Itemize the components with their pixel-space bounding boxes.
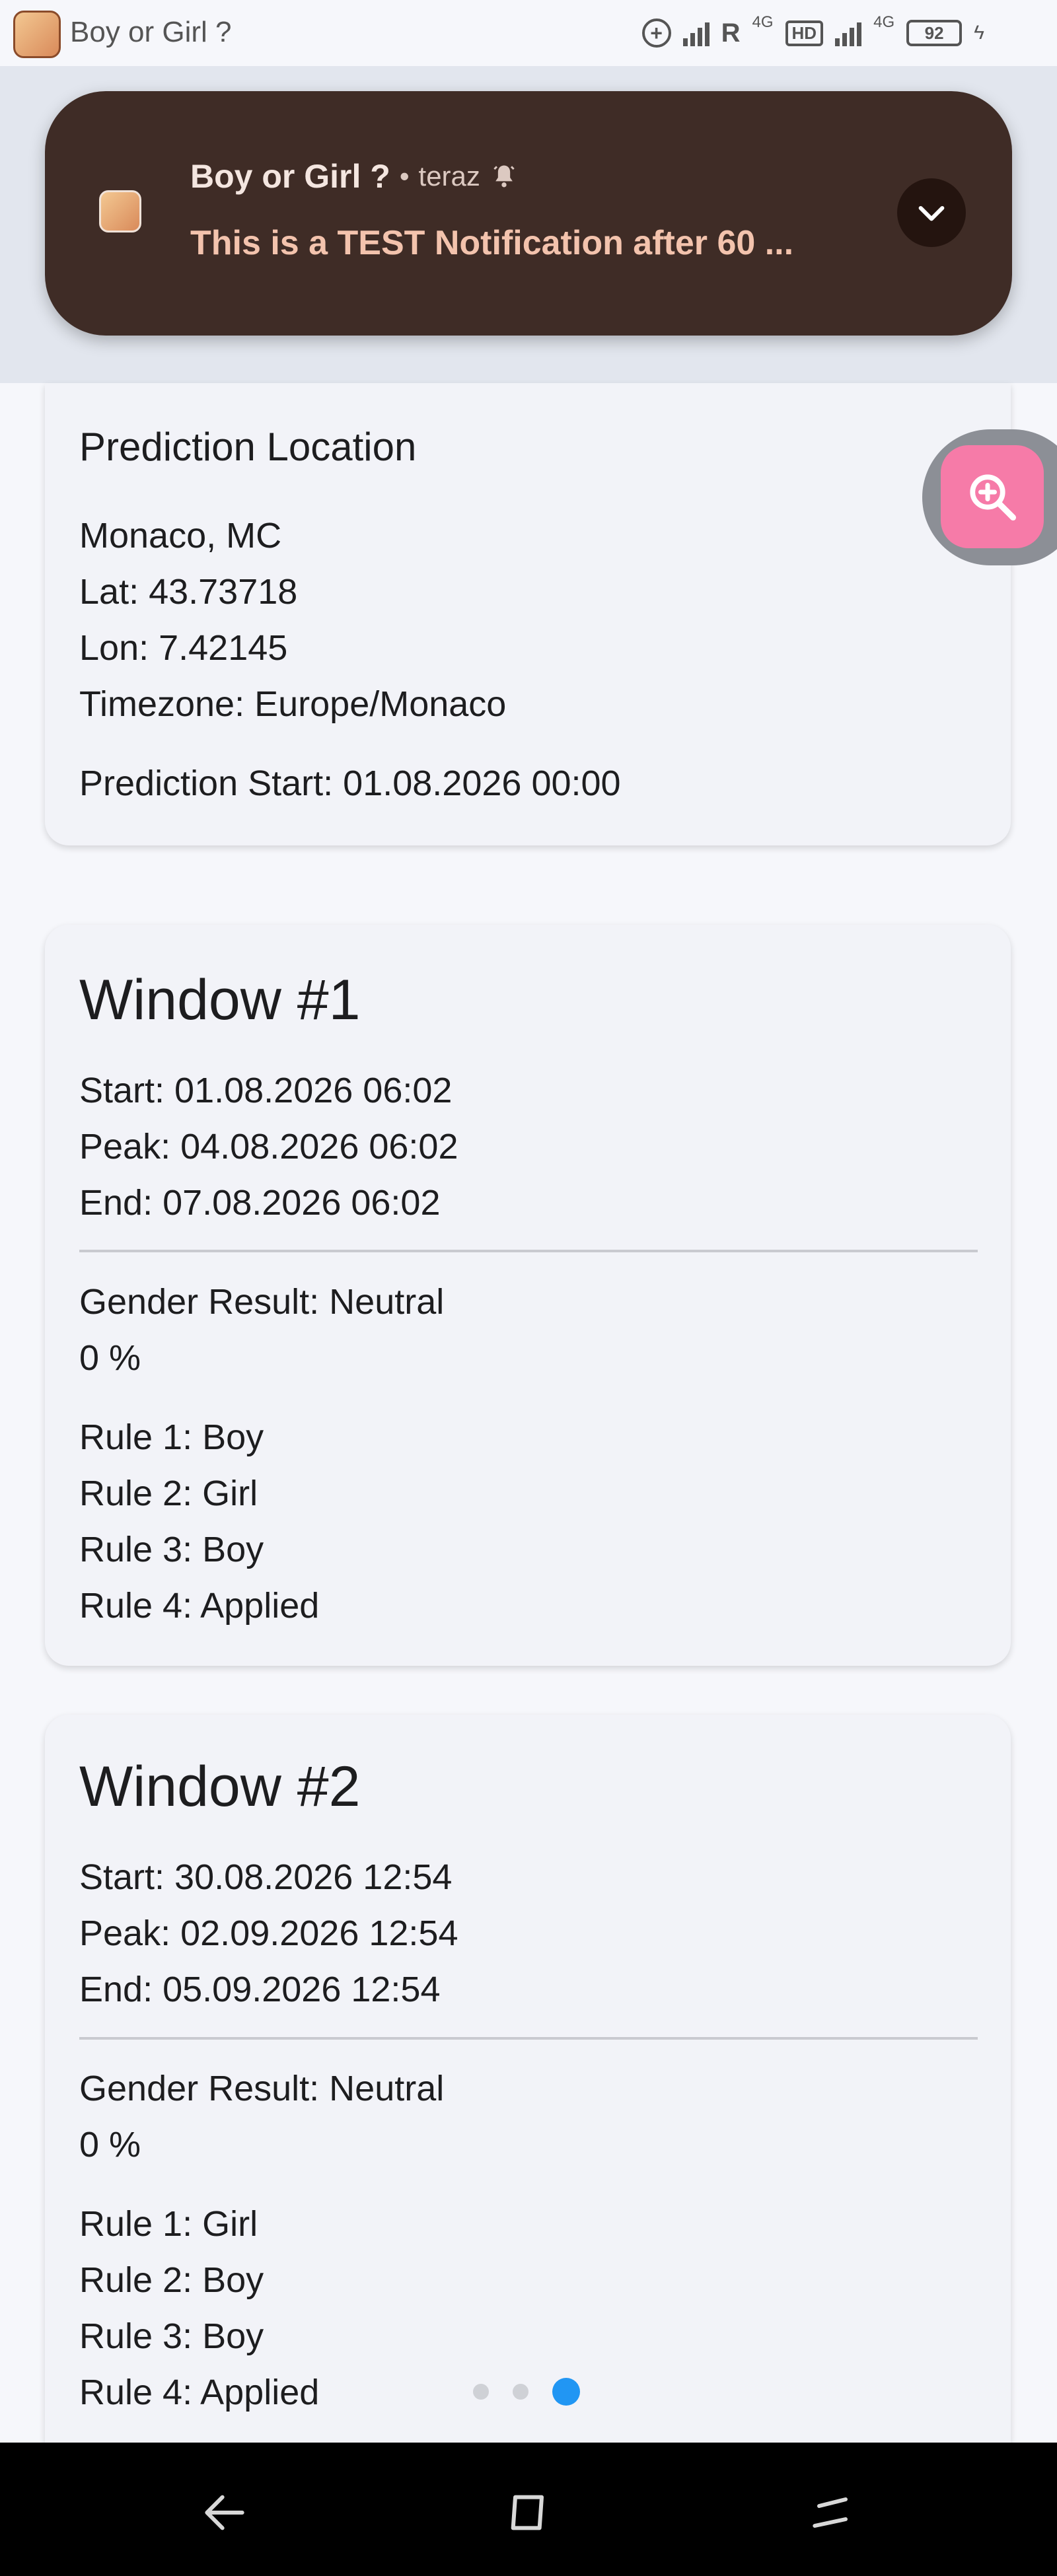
notification-app-name: Boy or Girl ? — [190, 158, 390, 195]
status-app-title: Boy or Girl ? — [70, 16, 232, 48]
home-icon — [511, 2495, 544, 2530]
hd-badge: HD — [785, 20, 824, 46]
location-lat: Lat: 43.73718 — [79, 572, 298, 612]
app-icon — [99, 190, 141, 233]
bell-icon — [493, 165, 515, 188]
rule-4: Rule 4: Applied — [79, 2373, 320, 2412]
rule-1: Rule 1: Girl — [79, 2204, 258, 2244]
location-lon: Lon: 7.42145 — [79, 628, 288, 668]
rule-3: Rule 3: Boy — [79, 2316, 264, 2356]
window-card: Window #2 Start: 30.08.2026 12:54 Peak: … — [45, 1715, 1011, 2443]
network-type-1: 4G — [752, 13, 774, 31]
location-timezone: Timezone: Europe/Monaco — [79, 684, 507, 724]
home-button[interactable] — [495, 2480, 562, 2546]
window-start: Start: 01.08.2026 06:02 — [79, 1071, 453, 1110]
divider — [79, 1250, 978, 1252]
page-dot-active[interactable] — [552, 2378, 580, 2406]
window-peak: Peak: 02.09.2026 12:54 — [79, 1914, 458, 1953]
location-card: Prediction Location Monaco, MC Lat: 43.7… — [45, 383, 1011, 845]
network-label: R — [721, 18, 741, 48]
battery-level: 92 — [924, 22, 944, 43]
status-bar: Boy or Girl ? + R 4G HD 4G 92 ϟ — [0, 0, 1057, 66]
prediction-start: Prediction Start: 01.08.2026 00:00 — [79, 764, 621, 803]
navigation-bar — [0, 2443, 1057, 2576]
notification[interactable]: Boy or Girl ? • teraz This is a TEST Not… — [45, 91, 1012, 336]
battery-icon: 92 — [906, 20, 963, 46]
window-title: Window #2 — [79, 1755, 361, 1818]
rule-1: Rule 1: Boy — [79, 1417, 264, 1457]
rule-3: Rule 3: Boy — [79, 1530, 264, 1569]
recents-button[interactable] — [799, 2480, 865, 2546]
gender-result: Gender Result: Neutral — [79, 1282, 445, 1322]
window-title: Window #1 — [79, 968, 361, 1032]
expand-button[interactable] — [897, 178, 966, 247]
chevron-down-icon — [918, 205, 945, 221]
notification-time: teraz — [418, 161, 480, 192]
data-saver-icon: + — [641, 18, 671, 48]
page-dot[interactable] — [473, 2384, 489, 2400]
notification-separator: • — [399, 161, 410, 192]
window-peak: Peak: 04.08.2026 06:02 — [79, 1127, 458, 1166]
app-icon — [13, 11, 61, 58]
gender-result: Gender Result: Neutral — [79, 2069, 445, 2108]
notification-message: This is a TEST Notification after 60 ... — [190, 224, 794, 262]
back-button[interactable] — [192, 2480, 258, 2546]
gender-percent: 0 % — [79, 2125, 141, 2165]
gender-percent: 0 % — [79, 1338, 141, 1378]
location-place: Monaco, MC — [79, 516, 282, 555]
page-indicator — [473, 2378, 580, 2406]
zoom-in-icon — [970, 474, 1017, 521]
rule-4: Rule 4: Applied — [79, 1586, 320, 1626]
recents-icon — [813, 2497, 848, 2528]
window-end: End: 07.08.2026 06:02 — [79, 1183, 441, 1223]
window-end: End: 05.09.2026 12:54 — [79, 1970, 441, 2009]
signal-icon — [835, 20, 862, 46]
notification-header: Boy or Girl ? • teraz — [190, 157, 519, 196]
rule-2: Rule 2: Girl — [79, 1474, 258, 1513]
signal-icon — [682, 20, 710, 46]
charging-icon: ϟ — [974, 22, 984, 44]
window-start: Start: 30.08.2026 12:54 — [79, 1857, 453, 1897]
page-dot[interactable] — [513, 2384, 528, 2400]
back-icon — [205, 2495, 244, 2530]
rule-2: Rule 2: Boy — [79, 2260, 264, 2300]
zoom-button[interactable] — [941, 445, 1044, 548]
network-type-2: 4G — [873, 13, 895, 31]
location-card-title: Prediction Location — [79, 425, 417, 469]
divider — [79, 2037, 978, 2040]
window-card: Window #1 Start: 01.08.2026 06:02 Peak: … — [45, 925, 1011, 1666]
status-indicators: + R 4G HD 4G 92 ϟ — [641, 13, 984, 53]
